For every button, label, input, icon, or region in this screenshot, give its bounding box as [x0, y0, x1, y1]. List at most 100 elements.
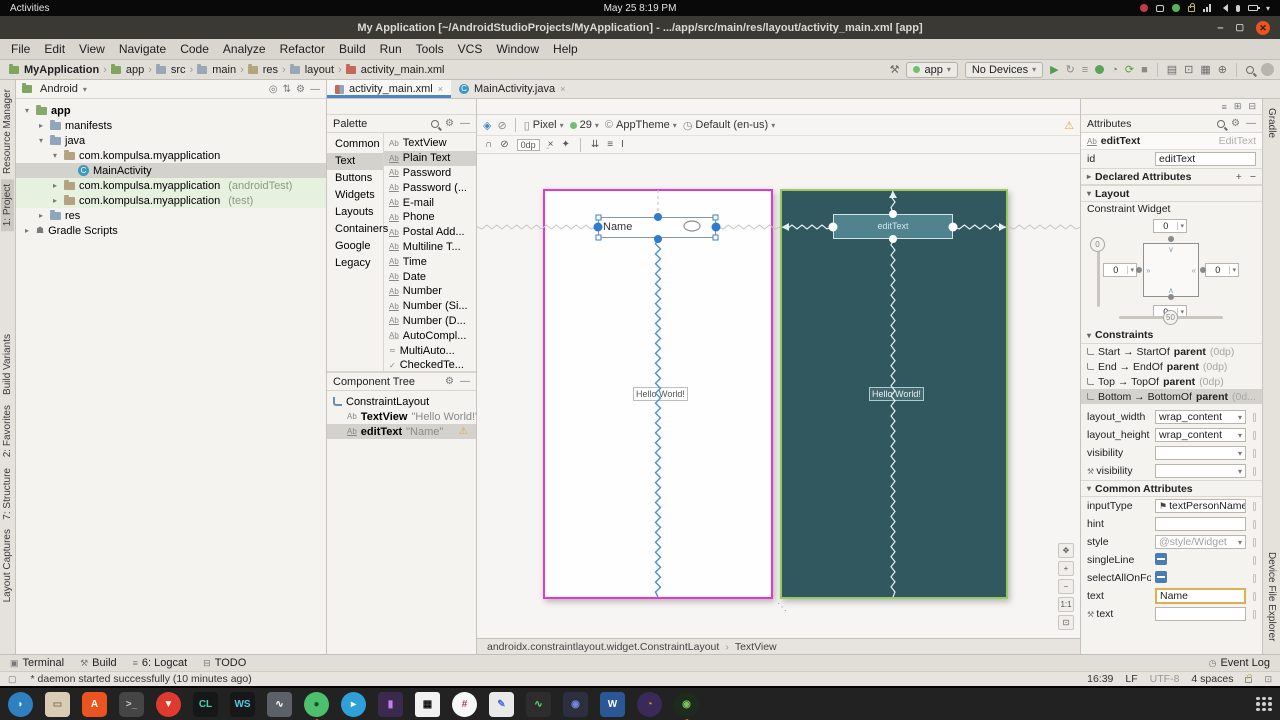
toolwindow-build[interactable]: ⚒ Build — [80, 657, 117, 669]
sdk-manager-icon[interactable]: ⊕ — [1218, 63, 1227, 76]
split-view-icon[interactable]: ⊞ — [1234, 101, 1242, 112]
toolstrip-layout-captures[interactable]: Layout Captures — [1, 524, 14, 607]
zoom-actual-button[interactable]: 1:1 — [1058, 597, 1074, 612]
hide-panel-icon[interactable]: — — [310, 84, 320, 95]
menu-window[interactable]: Window — [489, 42, 546, 56]
breadcrumb-textview[interactable]: TextView — [735, 641, 777, 653]
constraint-row-end[interactable]: End → EndOf parent (0dp) — [1081, 359, 1262, 374]
hide-panel-icon[interactable]: — — [460, 118, 470, 129]
tab-activity-main-xml[interactable]: activity_main.xml × — [327, 80, 452, 98]
constraint-widget[interactable]: 0 0▾ 0▾ 0▾ 0▾ » « ∨ ∧ — [1081, 217, 1262, 327]
orientation-icon[interactable]: ⊘ — [497, 119, 506, 132]
hide-sidebar-icon[interactable]: ⊟ — [1248, 101, 1256, 112]
stop-button-icon[interactable]: ■ — [1141, 64, 1148, 76]
run-menu-icon[interactable]: ≡ — [1082, 64, 1088, 76]
palette-cat-legacy[interactable]: Legacy — [327, 255, 383, 272]
line-ending[interactable]: LF — [1125, 673, 1137, 685]
hide-panel-icon[interactable]: — — [1246, 118, 1256, 129]
toolwindow-logcat[interactable]: ≡ 6: Logcat — [133, 657, 188, 669]
breadcrumb-constraintlayout[interactable]: androidx.constraintlayout.widget.Constra… — [487, 641, 719, 653]
default-margin-field[interactable]: 0dp — [516, 138, 540, 151]
dock-qr-code[interactable]: ▦ — [415, 691, 440, 717]
dock-telegram[interactable]: ▸ — [341, 691, 366, 717]
maximize-button[interactable]: ▢ — [1235, 22, 1244, 33]
collapse-all-icon[interactable]: ⇅ — [283, 84, 291, 95]
menu-analyze[interactable]: Analyze — [216, 42, 273, 56]
dock-purple-terminal[interactable]: ▮ — [378, 691, 403, 717]
toolstrip-gradle[interactable]: Gradle — [1265, 103, 1278, 143]
palette-item[interactable]: Ab Password — [384, 166, 476, 181]
profiler-gauge-icon[interactable]: ◔ — [1111, 64, 1118, 76]
close-icon[interactable]: × — [438, 84, 443, 94]
run-button-icon[interactable]: ▶ — [1050, 63, 1058, 76]
toolstrip-structure[interactable]: 7: Structure — [1, 463, 14, 525]
caret-position[interactable]: 16:39 — [1087, 673, 1113, 685]
component-row-constraintlayout[interactable]: ConstraintLayout — [327, 394, 476, 409]
toolstrip-device-file-explorer[interactable]: Device File Explorer — [1265, 547, 1278, 646]
palette-item[interactable]: Ab E-mail — [384, 195, 476, 210]
menu-vcs[interactable]: VCS — [451, 42, 490, 56]
activities-button[interactable]: Activities — [10, 3, 49, 14]
singleline-checkbox[interactable] — [1155, 552, 1167, 565]
gear-icon[interactable]: ⚙ — [296, 84, 305, 95]
search-everywhere-icon[interactable] — [1246, 65, 1254, 74]
highlighting-level-icon[interactable]: ⊡ — [1264, 674, 1272, 685]
tree-row-package[interactable]: ▾ com.kompulsa.myapplication — [16, 148, 326, 163]
palette-cat-google[interactable]: Google — [327, 238, 383, 255]
zoom-fit-button[interactable]: ⊡ — [1058, 615, 1074, 630]
palette-cat-common[interactable]: Common — [327, 136, 383, 153]
event-log-button[interactable]: ◷ Event Log — [1209, 657, 1270, 669]
textview-hello-blueprint[interactable]: Hello World! — [869, 387, 924, 401]
apply-changes-icon[interactable]: ↻ — [1066, 63, 1075, 76]
search-icon[interactable] — [1217, 119, 1226, 128]
show-applications-button[interactable] — [1256, 696, 1272, 712]
tree-row-java[interactable]: ▾ java — [16, 133, 326, 148]
section-constraints[interactable]: ▾ Constraints — [1081, 327, 1262, 344]
dock-brave[interactable]: ▼ — [156, 691, 181, 717]
section-declared-attributes[interactable]: ▸ Declared Attributes + − — [1081, 168, 1262, 185]
inputtype-input[interactable]: ⚑ textPersonName — [1155, 499, 1246, 513]
text-input[interactable]: Name — [1155, 588, 1246, 604]
gear-icon[interactable]: ⚙ — [445, 118, 454, 129]
edittext-widget-design[interactable]: Name — [598, 217, 716, 238]
hint-input[interactable] — [1155, 517, 1246, 531]
warning-icon[interactable]: ⚠ — [459, 426, 468, 437]
palette-cat-containers[interactable]: Containers — [327, 221, 388, 238]
breadcrumb-res[interactable]: res — [245, 63, 281, 76]
hide-panel-icon[interactable]: — — [460, 376, 470, 387]
tree-row-res[interactable]: ▸ res — [16, 208, 326, 223]
locale-menu[interactable]: ◷ Default (en-us) ▾ — [683, 119, 775, 132]
dock-activity-monitor[interactable]: ∿ — [267, 691, 292, 717]
palette-item[interactable]: Ab TextView — [384, 136, 476, 151]
align-icon[interactable]: ≡ — [607, 139, 613, 150]
design-surface[interactable]: Name editText Hello World! Hello World! — [477, 154, 1080, 638]
tree-row-mainactivity[interactable]: C MainActivity — [16, 163, 326, 178]
margin-left-field[interactable]: 0 ▾ — [1103, 263, 1137, 277]
layout-height-select[interactable]: wrap_content ▾ — [1155, 428, 1246, 442]
palette-item[interactable]: Ab Number (Si... — [384, 299, 476, 314]
dock-webstorm[interactable]: WS — [230, 691, 255, 717]
tree-row-test[interactable]: ▸ com.kompulsa.myapplication (test) — [16, 193, 326, 208]
menu-edit[interactable]: Edit — [37, 42, 72, 56]
indent-setting[interactable]: 4 spaces — [1191, 673, 1233, 685]
tab-mainactivity-java[interactable]: C MainActivity.java × — [451, 80, 573, 98]
run-config-selector[interactable]: app ▾ — [906, 61, 958, 78]
dock-text-editor[interactable]: ✎ — [489, 691, 514, 717]
tree-row-gradle-scripts[interactable]: ▸ ☗ Gradle Scripts — [16, 223, 326, 238]
dock-slack[interactable]: # — [452, 691, 477, 717]
menu-navigate[interactable]: Navigate — [112, 42, 173, 56]
tree-row-androidtest[interactable]: ▸ com.kompulsa.myapplication (androidTest) — [16, 178, 326, 193]
breadcrumb-app[interactable]: app — [108, 63, 147, 76]
menu-help[interactable]: Help — [546, 42, 585, 56]
device-selector[interactable]: No Devices ▾ — [964, 61, 1044, 78]
gear-icon[interactable]: ⚙ — [445, 376, 454, 387]
project-view-selector[interactable]: Android — [40, 83, 78, 95]
margin-top-field[interactable]: 0 ▾ — [1153, 219, 1187, 233]
dock-terminal[interactable]: >_ — [119, 691, 144, 717]
menu-file[interactable]: File — [4, 42, 37, 56]
palette-item[interactable]: Ab Number (D... — [384, 314, 476, 329]
debug-bug-icon[interactable] — [1095, 65, 1105, 74]
menu-run[interactable]: Run — [373, 42, 409, 56]
menu-tools[interactable]: Tools — [409, 42, 451, 56]
tree-row-manifests[interactable]: ▸ manifests — [16, 118, 326, 133]
